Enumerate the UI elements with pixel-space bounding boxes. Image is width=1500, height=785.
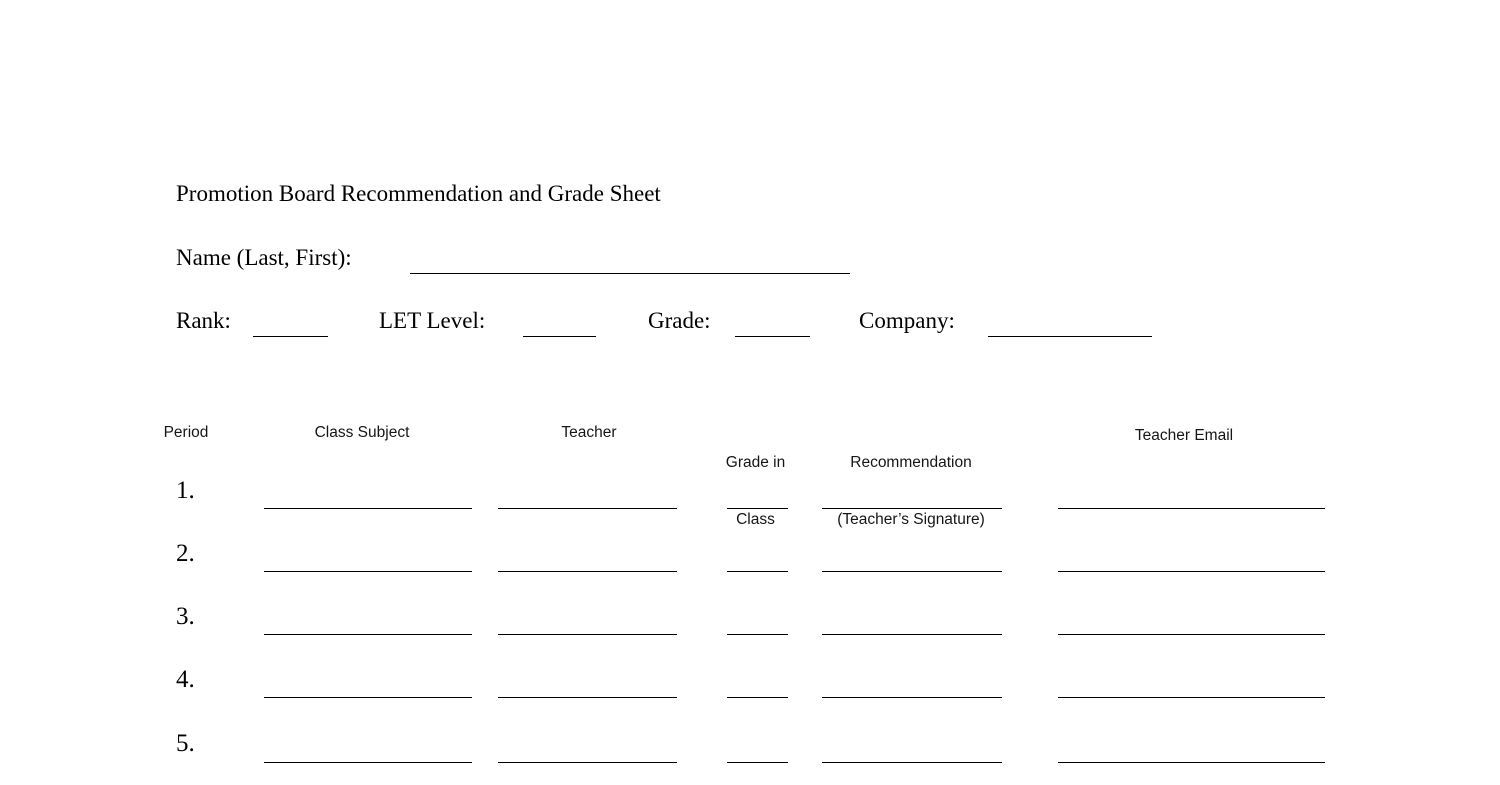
column-header-teacher: Teacher — [561, 424, 617, 441]
rank-input-rule[interactable] — [253, 336, 328, 337]
row-teacher-input-rule[interactable] — [498, 762, 677, 763]
row-period-number: 1. — [176, 477, 195, 504]
name-field-label: Name (Last, First): — [176, 245, 352, 270]
row-class-subject-input-rule[interactable] — [264, 697, 472, 698]
row-recommendation-input-rule[interactable] — [822, 697, 1002, 698]
grade-input-rule[interactable] — [735, 336, 810, 337]
column-header-grade-in-class-line2: Class — [736, 511, 775, 528]
document-page: Promotion Board Recommendation and Grade… — [0, 0, 1500, 785]
row-period-number: 4. — [176, 666, 195, 693]
row-recommendation-input-rule[interactable] — [822, 634, 1002, 635]
row-recommendation-input-rule[interactable] — [822, 762, 1002, 763]
row-teacher-email-input-rule[interactable] — [1058, 508, 1325, 509]
let-level-input-rule[interactable] — [523, 336, 596, 337]
page-title: Promotion Board Recommendation and Grade… — [176, 181, 661, 206]
row-teacher-email-input-rule[interactable] — [1058, 762, 1325, 763]
row-teacher-input-rule[interactable] — [498, 634, 677, 635]
company-input-rule[interactable] — [988, 336, 1152, 337]
row-teacher-email-input-rule[interactable] — [1058, 634, 1325, 635]
row-grade-in-class-input-rule[interactable] — [727, 762, 788, 763]
row-recommendation-input-rule[interactable] — [822, 508, 1002, 509]
column-header-recommendation-line2: (Teacher’s Signature) — [837, 511, 985, 528]
row-grade-in-class-input-rule[interactable] — [727, 697, 788, 698]
column-header-recommendation-line1: Recommendation — [850, 454, 972, 471]
company-field-label: Company: — [859, 308, 955, 333]
row-period-number: 2. — [176, 540, 195, 567]
row-class-subject-input-rule[interactable] — [264, 634, 472, 635]
column-header-teacher-email: Teacher Email — [1134, 427, 1234, 444]
column-header-recommendation: Recommendation (Teacher’s Signature) — [818, 415, 1004, 567]
row-teacher-input-rule[interactable] — [498, 508, 677, 509]
row-period-number: 3. — [176, 603, 195, 630]
column-header-grade-in-class-line1: Grade in — [725, 454, 786, 471]
grade-field-label: Grade: — [648, 308, 711, 333]
column-header-class-subject: Class Subject — [314, 424, 410, 441]
row-class-subject-input-rule[interactable] — [264, 762, 472, 763]
row-teacher-input-rule[interactable] — [498, 571, 677, 572]
row-grade-in-class-input-rule[interactable] — [727, 508, 788, 509]
let-level-field-label: LET Level: — [379, 308, 486, 333]
row-class-subject-input-rule[interactable] — [264, 571, 472, 572]
column-header-grade-in-class: Grade in Class — [713, 415, 798, 567]
name-input-rule[interactable] — [410, 273, 850, 274]
row-teacher-email-input-rule[interactable] — [1058, 697, 1325, 698]
row-period-number: 5. — [176, 730, 195, 757]
row-class-subject-input-rule[interactable] — [264, 508, 472, 509]
rank-field-label: Rank: — [176, 308, 231, 333]
column-header-period: Period — [163, 424, 209, 441]
header-clip-overlay — [700, 390, 1030, 423]
row-teacher-email-input-rule[interactable] — [1058, 571, 1325, 572]
row-grade-in-class-input-rule[interactable] — [727, 571, 788, 572]
row-teacher-input-rule[interactable] — [498, 697, 677, 698]
row-grade-in-class-input-rule[interactable] — [727, 634, 788, 635]
row-recommendation-input-rule[interactable] — [822, 571, 1002, 572]
